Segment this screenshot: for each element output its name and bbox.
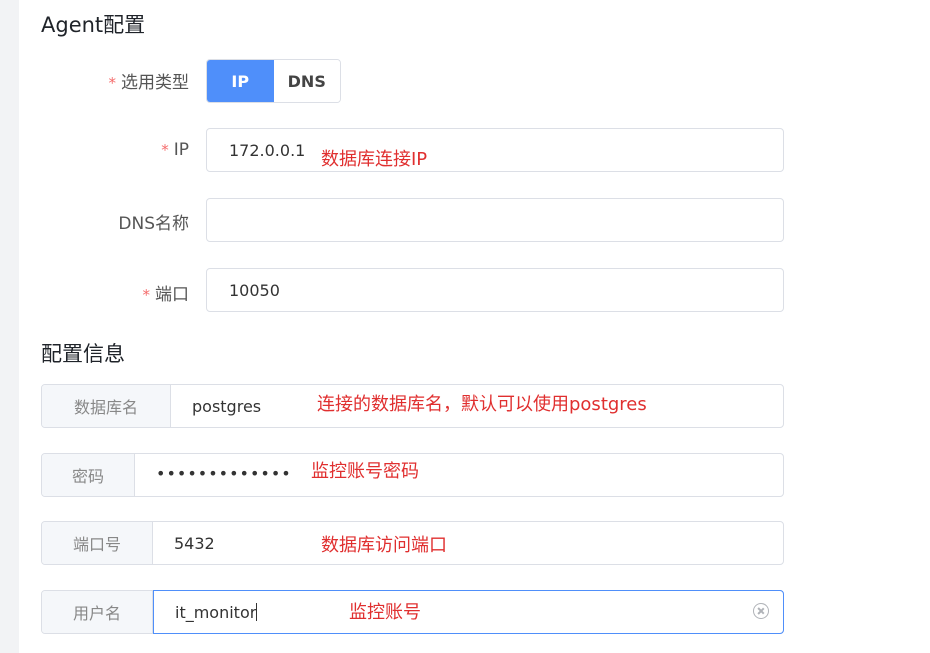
- dns-input[interactable]: [206, 198, 784, 242]
- left-panel-edge: [0, 0, 19, 653]
- port-input[interactable]: 10050: [206, 268, 784, 312]
- db-name-addon: 数据库名: [42, 385, 171, 427]
- password-annotation: 监控账号密码: [311, 461, 419, 482]
- password-value: •••••••••••••: [156, 464, 292, 483]
- port-label-text: 端口: [155, 285, 189, 305]
- db-port-addon: 端口号: [42, 522, 153, 564]
- clear-icon[interactable]: [753, 603, 769, 619]
- db-name-value: postgres: [192, 397, 262, 416]
- type-option-dns[interactable]: DNS: [273, 60, 340, 102]
- required-mark: *: [161, 141, 169, 159]
- ip-input[interactable]: 172.0.0.1: [206, 128, 784, 172]
- username-addon: 用户名: [42, 591, 153, 633]
- db-port-input[interactable]: 5432: [153, 522, 783, 564]
- text-caret: [256, 603, 258, 621]
- username-text: it_monitor: [175, 603, 257, 622]
- db-port-value: 5432: [174, 534, 215, 553]
- username-annotation: 监控账号: [349, 602, 421, 623]
- dns-label: DNS名称: [118, 214, 189, 234]
- type-selector: IP DNS: [206, 59, 341, 103]
- password-input[interactable]: •••••••••••••: [135, 454, 783, 496]
- port-input-value: 10050: [229, 281, 280, 300]
- type-option-ip[interactable]: IP: [207, 60, 274, 102]
- username-input[interactable]: it_monitor: [153, 590, 784, 634]
- type-label-text: 选用类型: [121, 73, 189, 93]
- password-addon: 密码: [42, 454, 135, 496]
- ip-label-text: IP: [173, 140, 189, 160]
- ip-label: * IP: [161, 140, 189, 160]
- type-label: * 选用类型: [109, 68, 190, 93]
- username-value: it_monitor: [175, 603, 258, 622]
- port-label: * 端口: [143, 280, 190, 305]
- ip-input-value: 172.0.0.1: [229, 141, 306, 160]
- config-section-title: 配置信息: [41, 342, 125, 366]
- required-mark: *: [108, 74, 117, 92]
- db-name-annotation: 连接的数据库名，默认可以使用postgres: [317, 394, 647, 415]
- db-port-annotation: 数据库访问端口: [321, 535, 447, 556]
- required-mark: *: [142, 286, 151, 304]
- agent-section-title: Agent配置: [41, 13, 146, 37]
- ip-annotation: 数据库连接IP: [321, 149, 428, 170]
